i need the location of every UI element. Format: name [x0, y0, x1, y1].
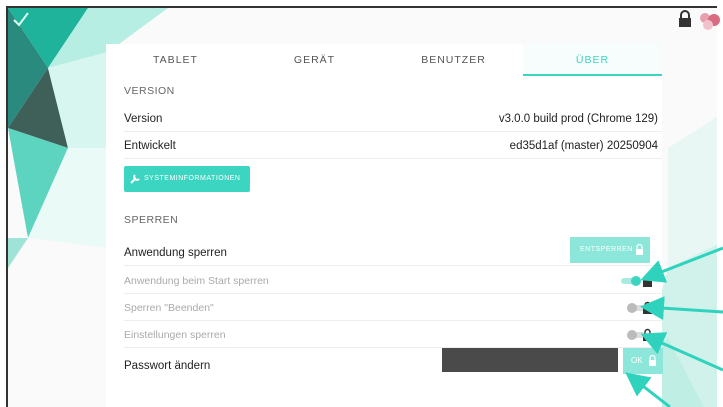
row-developed: Entwickelt ed35d1af (master) 20250904 [124, 133, 662, 159]
lock-on-start-label: Anwendung beim Start sperren [124, 275, 269, 287]
check-icon[interactable] [12, 10, 30, 28]
lock-settings-label: Einstellungen sperren [124, 329, 226, 341]
row-change-password: Passwort ändern OK [124, 348, 663, 379]
unlock-label: ENTSPERREN [580, 246, 633, 253]
tab-device[interactable]: GERÄT [245, 44, 384, 76]
developed-value: ed35d1af (master) 20250904 [509, 140, 658, 152]
lock-app-label: Anwendung sperren [124, 247, 227, 259]
row-lock-on-start: Anwendung beim Start sperren [124, 268, 662, 294]
unlock-button[interactable]: ENTSPERREN [570, 237, 650, 263]
lock-icon[interactable] [678, 10, 692, 28]
lock-icon [636, 244, 643, 255]
tab-about[interactable]: ÜBER [523, 44, 662, 76]
lock-icon [643, 328, 652, 341]
lock-icon [643, 274, 652, 287]
section-heading-version: VERSION [124, 85, 175, 97]
password-input[interactable] [442, 348, 618, 372]
settings-panel: TABLET GERÄT BENUTZER ÜBER VERSION Versi… [106, 44, 663, 407]
lock-icon [643, 301, 652, 314]
toggle-lock-on-start[interactable] [620, 275, 642, 287]
version-value: v3.0.0 build prod (Chrome 129) [498, 113, 658, 125]
ok-button[interactable]: OK [623, 348, 663, 374]
avatar-icon[interactable] [696, 10, 723, 32]
system-information-label: SYSTEMINFORMATIONEN [144, 175, 241, 182]
change-password-label: Passwort ändern [124, 360, 211, 372]
system-information-button[interactable]: SYSTEMINFORMATIONEN [124, 166, 250, 192]
row-lock-settings: Einstellungen sperren [124, 322, 662, 348]
ok-label: OK [631, 356, 643, 365]
section-heading-lock: SPERREN [124, 214, 179, 226]
lock-quit-label: Sperren "Beenden" [124, 302, 214, 314]
lock-icon [649, 355, 656, 366]
version-label: Version [124, 113, 163, 125]
row-lock-quit: Sperren "Beenden" [124, 295, 662, 321]
row-version: Version v3.0.0 build prod (Chrome 129) [124, 106, 662, 132]
wrench-icon [130, 174, 140, 184]
row-lock-app: Anwendung sperren ENTSPERREN [124, 237, 662, 266]
tab-user[interactable]: BENUTZER [384, 44, 523, 76]
tab-bar: TABLET GERÄT BENUTZER ÜBER [106, 44, 662, 76]
developed-label: Entwickelt [124, 140, 176, 152]
tab-tablet[interactable]: TABLET [106, 44, 245, 76]
